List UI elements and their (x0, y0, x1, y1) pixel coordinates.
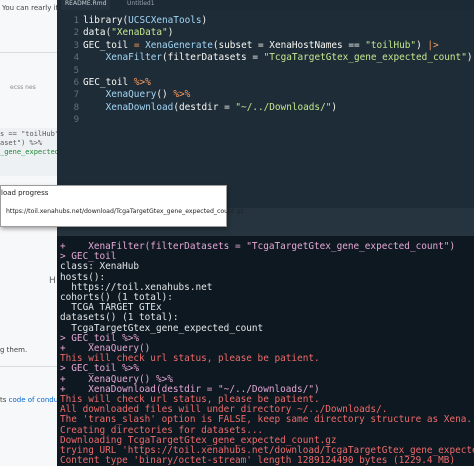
browser-text-ec: ecss nes (10, 84, 36, 91)
line-number: 7 (73, 90, 79, 101)
line-number: 4 (73, 53, 79, 64)
code-token: (filterDatasets = (162, 52, 264, 64)
code-token: XenaGenerate (145, 39, 213, 51)
code-token: "toilHub" (365, 39, 417, 51)
dialog-title: load progress (1, 189, 49, 197)
code-token: (subset = XenaHostNames == (212, 39, 366, 51)
download-url: https://toil.xenahubs.net/download/TcgaT… (6, 208, 244, 215)
heading-letter: H (49, 276, 56, 286)
code-token: %>% (133, 77, 151, 88)
browser-code-line: aset") %>% (0, 139, 43, 147)
console-line: Content type 'binary/octet-stream' lengt… (60, 455, 456, 466)
code-line[interactable]: XenaQuery() %>% (83, 89, 191, 101)
browser-code-line: s == "toilHub") (0, 130, 57, 138)
browser-text-top: You can rearly it (2, 4, 57, 12)
code-of-conduct-link[interactable]: code of conduct. (9, 396, 57, 404)
conduct-line: ts code of conduct. (0, 396, 57, 404)
code-token: XenaQuery (105, 89, 157, 101)
line-number: 3 (73, 40, 79, 51)
code-token: ) (331, 101, 338, 113)
code-token: library( (83, 15, 129, 26)
code-token: () (156, 89, 174, 101)
tab-readme[interactable]: README.Rmd (61, 0, 111, 10)
code-line[interactable]: library(UCSCXenaTools) (83, 15, 207, 27)
code-token: ) (167, 27, 174, 39)
divider (0, 52, 57, 53)
code-token: "~/../Downloads/" (235, 101, 332, 113)
console-line: class: XenaHub (60, 261, 140, 273)
browser-code-snippet: s == "toilHub") aset") %>% _gene_expected_ (0, 128, 57, 176)
code-token: ) (466, 52, 473, 64)
divider (0, 366, 57, 367)
console-line: + XenaFilter(filterDatasets = "TcgaTarge… (60, 241, 456, 252)
code-line[interactable]: GEC_toil %>% (83, 77, 151, 89)
code-token: XenaDownload (105, 101, 174, 113)
code-token: "XenaData" (111, 27, 168, 39)
code-token: ) (416, 39, 428, 51)
console-line: > GEC_toil %>% (60, 363, 140, 375)
editor-tab-bar: README.Rmd Untitled1 (57, 0, 474, 10)
console-line: The 'trans_slash' option is FALSE, keep … (60, 414, 473, 426)
code-token: XenaFilter (105, 52, 163, 64)
line-number: 6 (73, 78, 79, 88)
code-line[interactable]: data("XenaData") (83, 27, 173, 39)
code-token: GEC_toil (83, 39, 134, 51)
r-console[interactable]: + XenaFilter(filterDatasets = "TcgaTarge… (57, 236, 474, 466)
code-token: %>% (173, 89, 191, 101)
line-number: 2 (73, 28, 79, 39)
line-number: 5 (73, 65, 79, 76)
browser-text-them: g them. (0, 346, 28, 354)
code-token: GEC_toil (83, 77, 134, 88)
code-token: |> (427, 39, 439, 51)
tab-untitled[interactable]: Untitled1 (123, 0, 159, 10)
code-line[interactable]: GEC_toil = XenaGenerate(subset = XenaHos… (83, 40, 439, 52)
browser-code-line: _gene_expected_ (0, 148, 57, 156)
browser-page-lower: H g them. ts code of conduct. (0, 226, 57, 466)
code-token: "TcgaTargetGtex_gene_expected_count" (263, 52, 467, 64)
download-progress-dialog[interactable]: load progress https://toil.xenahubs.net/… (0, 185, 244, 227)
code-line[interactable]: XenaDownload(destdir = "~/../Downloads/"… (83, 102, 337, 114)
line-number: 8 (73, 102, 79, 113)
code-token: (destdir = (173, 101, 236, 113)
code-token: data( (83, 27, 112, 39)
code-token: ) (201, 15, 208, 26)
line-number: 1 (73, 16, 79, 26)
code-token: UCSCXenaTools (128, 15, 202, 26)
console-line: datasets() (1 total): (60, 312, 179, 324)
code-line[interactable]: XenaFilter(filterDatasets = "TcgaTargetG… (83, 52, 473, 64)
conduct-prefix: ts (0, 396, 9, 404)
source-editor[interactable]: 1 library(UCSCXenaTools) 2 data("XenaData")… (57, 10, 474, 208)
line-number: 9 (73, 115, 79, 126)
